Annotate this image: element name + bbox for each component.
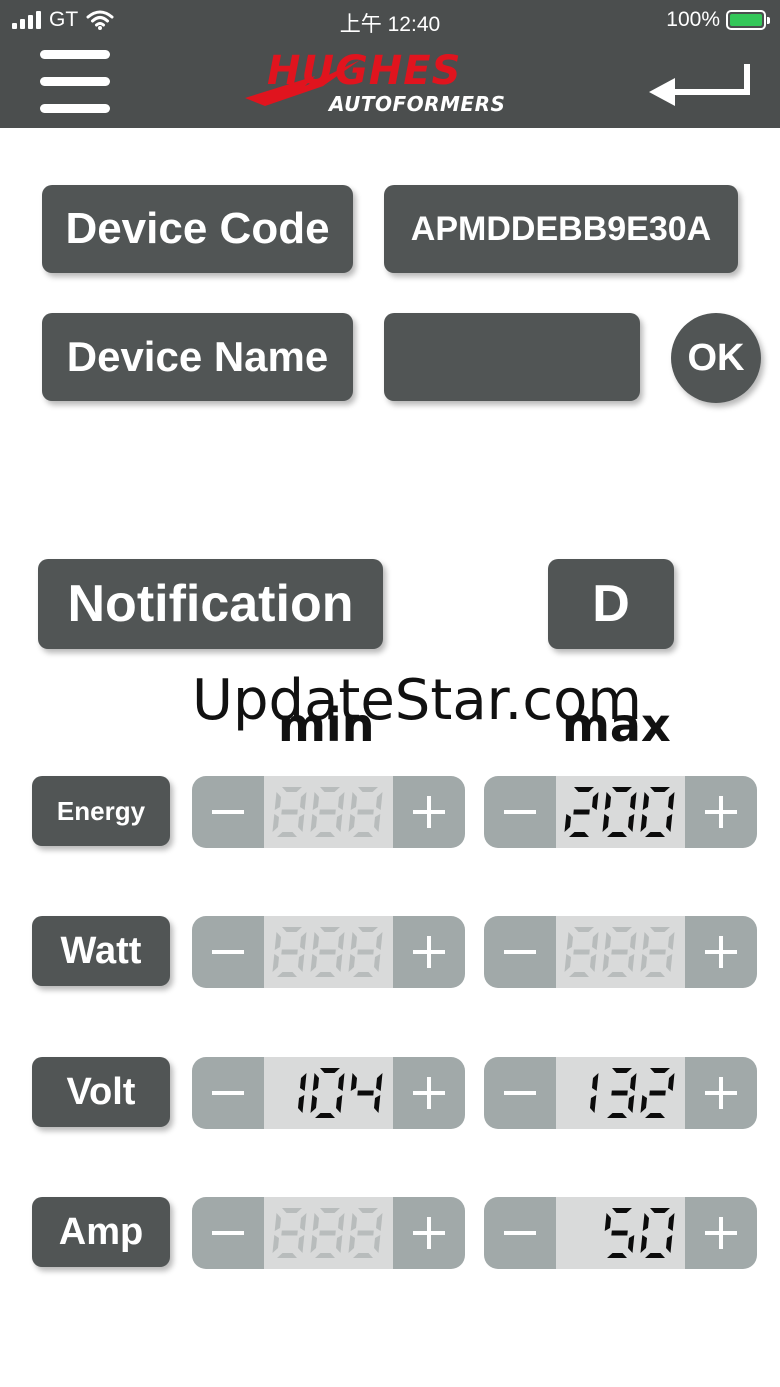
row-label-watt: Watt <box>32 916 170 986</box>
plus-icon <box>413 1077 445 1109</box>
decrement-button[interactable] <box>484 916 556 988</box>
battery-icon <box>726 10 770 30</box>
increment-button[interactable] <box>685 776 757 848</box>
status-bar: GT 上午 12:40 100% <box>0 0 780 40</box>
volt-min-stepper <box>192 1057 465 1129</box>
increment-button[interactable] <box>393 1197 465 1269</box>
increment-button[interactable] <box>685 1057 757 1129</box>
amp-max-stepper <box>484 1197 757 1269</box>
minus-icon <box>504 1091 536 1095</box>
max-value-display <box>556 1057 685 1129</box>
seven-segment-display <box>564 927 674 977</box>
seven-segment-display <box>604 1208 674 1258</box>
seven-segment-display <box>272 1208 382 1258</box>
status-time: 上午 12:40 <box>339 13 441 36</box>
increment-button[interactable] <box>393 1057 465 1129</box>
device-name-label: Device Name <box>42 313 353 401</box>
seven-segment-display <box>589 1068 674 1118</box>
min-value-display <box>264 1197 393 1269</box>
min-value-display <box>264 916 393 988</box>
minus-icon <box>504 950 536 954</box>
hamburger-menu-icon[interactable] <box>40 50 110 114</box>
minus-icon <box>504 1231 536 1235</box>
row-label-volt: Volt <box>32 1057 170 1127</box>
minus-icon <box>504 810 536 814</box>
min-value-display <box>264 776 393 848</box>
plus-icon <box>705 796 737 828</box>
row-label-energy: Energy <box>32 776 170 846</box>
max-value-display <box>556 1197 685 1269</box>
watt-min-stepper <box>192 916 465 988</box>
device-code-label: Device Code <box>42 185 353 273</box>
notification-button[interactable]: Notification <box>38 559 383 649</box>
plus-icon <box>413 1217 445 1249</box>
seven-segment-display <box>297 1068 382 1118</box>
seven-segment-display <box>272 927 382 977</box>
decrement-button[interactable] <box>192 1197 264 1269</box>
max-value-display <box>556 776 685 848</box>
logo-sub-text: AUTOFORMERS <box>329 92 506 116</box>
energy-min-stepper <box>192 776 465 848</box>
volt-max-stepper <box>484 1057 757 1129</box>
battery-percent: 100% <box>666 8 720 31</box>
hughes-logo: HUGHES AUTOFORMERS <box>245 48 545 118</box>
decrement-button[interactable] <box>484 1057 556 1129</box>
device-code-value: APMDDEBB9E30A <box>384 185 738 273</box>
row-label-amp: Amp <box>32 1197 170 1267</box>
watermark-text: UpdateStar.com <box>192 668 642 733</box>
app-header: GT 上午 12:40 100% HUGHES AUTOFORMERS <box>0 0 780 128</box>
plus-icon <box>413 936 445 968</box>
seven-segment-display <box>272 787 382 837</box>
decrement-button[interactable] <box>484 1197 556 1269</box>
minus-icon <box>212 1091 244 1095</box>
plus-icon <box>705 1217 737 1249</box>
increment-button[interactable] <box>393 916 465 988</box>
plus-icon <box>705 936 737 968</box>
decrement-button[interactable] <box>192 916 264 988</box>
energy-max-stepper <box>484 776 757 848</box>
logo-brand-text: HUGHES <box>267 48 462 94</box>
amp-min-stepper <box>192 1197 465 1269</box>
device-name-input[interactable] <box>384 313 640 401</box>
increment-button[interactable] <box>393 776 465 848</box>
increment-button[interactable] <box>685 1197 757 1269</box>
minus-icon <box>212 950 244 954</box>
minus-icon <box>212 810 244 814</box>
notification-mode-button[interactable]: D <box>548 559 674 649</box>
max-value-display <box>556 916 685 988</box>
decrement-button[interactable] <box>192 776 264 848</box>
decrement-button[interactable] <box>484 776 556 848</box>
seven-segment-display <box>564 787 674 837</box>
return-arrow-icon[interactable] <box>645 62 753 106</box>
ok-button[interactable]: OK <box>671 313 761 403</box>
watt-max-stepper <box>484 916 757 988</box>
minus-icon <box>212 1231 244 1235</box>
increment-button[interactable] <box>685 916 757 988</box>
decrement-button[interactable] <box>192 1057 264 1129</box>
plus-icon <box>705 1077 737 1109</box>
plus-icon <box>413 796 445 828</box>
min-value-display <box>264 1057 393 1129</box>
